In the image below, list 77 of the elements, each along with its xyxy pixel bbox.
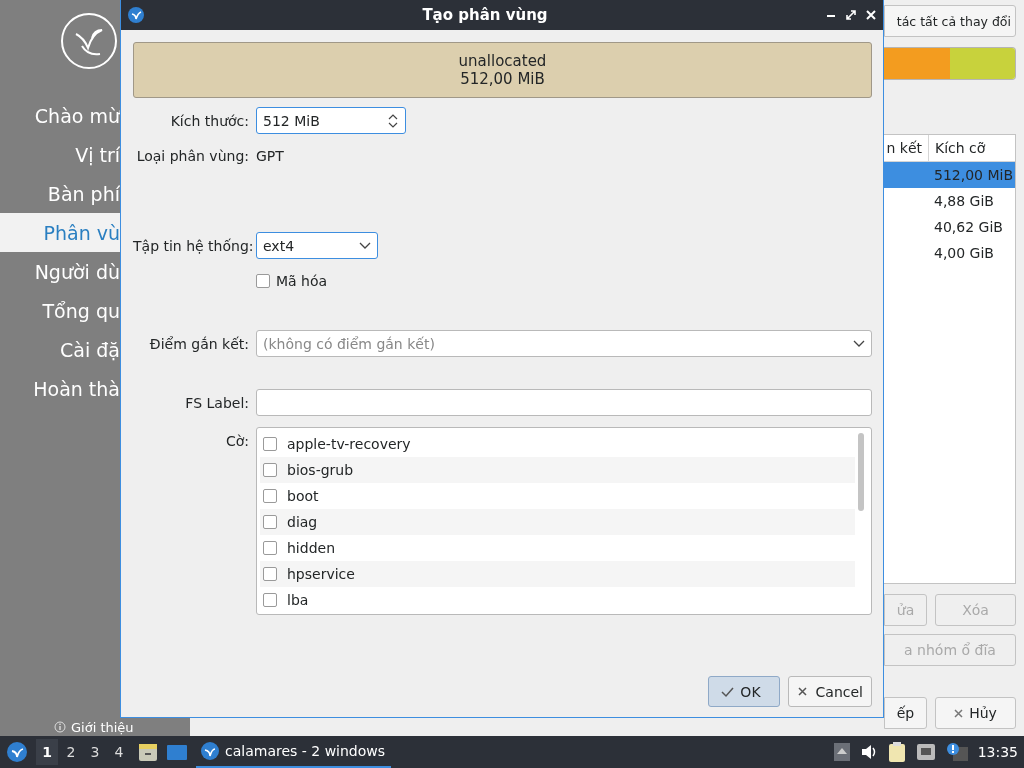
sidebar-item[interactable]: Tổng qu [0, 291, 120, 330]
column-header[interactable]: n kết [884, 135, 929, 161]
spin-arrows-icon [387, 112, 399, 129]
fs-label-input[interactable] [256, 389, 872, 416]
checkbox[interactable] [263, 567, 277, 581]
size-spinbox[interactable]: 512 MiB [256, 107, 406, 134]
maximize-icon[interactable] [845, 9, 857, 21]
sidebar-item[interactable]: Bàn phí [0, 174, 120, 213]
close-icon[interactable] [865, 9, 877, 21]
scrollbar-thumb[interactable] [858, 433, 864, 511]
partition-size: 512,00 MiB [460, 70, 545, 88]
flag-label: hpservice [287, 566, 355, 582]
file-cabinet-icon[interactable] [138, 742, 158, 762]
chevron-down-icon [853, 339, 865, 348]
table-cell: 40,62 GiB [934, 219, 1003, 235]
sidebar-item[interactable]: Phân vù [0, 213, 120, 252]
check-icon [721, 685, 735, 698]
checkbox[interactable] [263, 437, 277, 451]
start-menu-icon[interactable] [6, 741, 28, 763]
sidebar-item[interactable]: Hoàn thà [0, 369, 120, 408]
partition-type-value: GPT [256, 148, 284, 164]
app-logo-icon [200, 741, 220, 761]
speaker-icon[interactable] [859, 744, 878, 760]
flag-label: diag [287, 514, 318, 530]
field-label: FS Label: [184, 394, 249, 411]
field-label: Kích thước: [169, 112, 249, 129]
table-row[interactable]: 4,88 GiB [884, 188, 1015, 214]
sidebar-item[interactable]: Vị trí [0, 135, 120, 174]
sidebar-item[interactable]: Cài đặ [0, 330, 120, 369]
checkbox[interactable] [263, 593, 277, 607]
table-cell: 4,88 GiB [934, 193, 994, 209]
filesystem-dropdown[interactable]: ext4 [256, 232, 378, 259]
chevron-down-icon [359, 241, 371, 250]
network-icon[interactable] [915, 743, 936, 761]
close-icon [796, 685, 810, 698]
flag-label: boot [287, 488, 319, 504]
sidebar-item[interactable]: Chào mừ [0, 96, 120, 135]
table-cell: 4,00 GiB [934, 245, 994, 261]
info-icon [54, 721, 66, 733]
window-title: Tạo phân vùng [421, 6, 549, 24]
workspace-button[interactable]: 3 [84, 739, 106, 765]
field-label: Cờ: [224, 433, 249, 449]
table-row[interactable]: 4,00 GiB [884, 240, 1015, 266]
notification-icon[interactable] [945, 742, 968, 762]
ok-button[interactable]: OK [708, 676, 780, 707]
flag-label: lba [287, 592, 309, 608]
workspace-button[interactable]: 1 [36, 739, 58, 765]
column-header[interactable]: Kích cỡ [929, 135, 986, 161]
close-icon [954, 708, 964, 718]
app-logo-icon [127, 6, 145, 24]
table-row[interactable]: 40,62 GiB [884, 214, 1015, 240]
flag-label: hidden [287, 540, 336, 556]
checkbox[interactable] [263, 463, 277, 477]
mount-point-dropdown[interactable]: (không có điểm gắn kết) [256, 330, 872, 357]
checkbox[interactable] [263, 541, 277, 555]
desktop-icon[interactable] [166, 743, 188, 761]
checkbox[interactable] [256, 274, 270, 288]
clipboard-icon[interactable] [887, 741, 906, 763]
checkbox[interactable] [263, 489, 277, 503]
field-label: Điểm gắn kết: [148, 335, 249, 352]
flag-label: apple-tv-recovery [287, 436, 411, 452]
taskbar-task[interactable]: calamares - 2 windows [196, 736, 391, 768]
partition-name: unallocated [458, 52, 547, 70]
sidebar-item[interactable]: Người dù [0, 252, 120, 291]
flag-label: bios-grub [287, 462, 354, 478]
workspace-button[interactable]: 2 [60, 739, 82, 765]
table-cell: 512,00 MiB [934, 167, 1013, 183]
table-row[interactable]: 512,00 MiB [884, 162, 1015, 188]
action-button[interactable]: ếp [884, 697, 927, 729]
apply-button[interactable]: tác tất cả thay đổi [884, 5, 1016, 37]
checkbox[interactable] [263, 515, 277, 529]
field-label: Loại phân vùng: [135, 148, 249, 164]
cancel-button[interactable]: Cancel [787, 676, 872, 707]
cancel-button[interactable]: Hủy [935, 697, 1016, 729]
checkbox-label: Mã hóa [276, 273, 328, 289]
workspace-button[interactable]: 4 [108, 739, 130, 765]
clock: 13:35 [977, 744, 1018, 760]
